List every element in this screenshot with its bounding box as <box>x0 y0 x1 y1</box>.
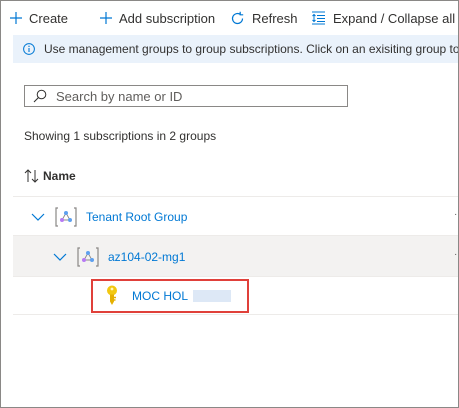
command-bar: Create Add subscription Refresh Expand /… <box>1 1 458 33</box>
expand-collapse-label: Expand / Collapse all <box>333 10 456 26</box>
info-icon <box>23 43 35 55</box>
search-input[interactable] <box>56 88 326 104</box>
tree-item-az104-02-mg1: az104-02-mg1 <box>53 247 185 267</box>
refresh-label: Refresh <box>252 10 298 26</box>
expand-collapse-all-button[interactable]: Expand / Collapse all <box>311 9 455 27</box>
info-banner: Use management groups to group subscript… <box>13 35 459 63</box>
plus-icon <box>100 12 112 24</box>
management-groups-panel: Create Add subscription Refresh Expand /… <box>0 0 459 408</box>
search-icon <box>33 89 47 103</box>
expand-collapse-icon <box>312 11 325 25</box>
sort-icon <box>24 169 39 183</box>
management-group-icon <box>55 207 77 227</box>
plus-icon <box>10 12 22 24</box>
refresh-button[interactable]: Refresh <box>230 9 298 27</box>
add-subscription-label: Add subscription <box>119 10 216 26</box>
management-group-icon <box>77 247 99 267</box>
name-column-label: Name <box>43 169 76 183</box>
refresh-icon <box>231 11 244 24</box>
chevron-down-icon[interactable] <box>53 252 67 262</box>
tree-item-tenant-root-group: Tenant Root Group <box>31 207 187 227</box>
summary-text: Showing 1 subscriptions in 2 groups <box>24 129 217 143</box>
row-divider <box>13 314 458 315</box>
search-box[interactable] <box>24 85 348 107</box>
tenant-root-group-link[interactable]: Tenant Root Group <box>86 210 187 224</box>
create-button[interactable]: Create <box>10 9 68 27</box>
create-label: Create <box>29 10 69 26</box>
row-more-icon[interactable]: · <box>454 249 457 260</box>
add-subscription-button[interactable]: Add subscription <box>100 9 215 27</box>
info-banner-text: Use management groups to group subscript… <box>44 42 459 56</box>
name-column-header[interactable]: Name <box>24 169 76 183</box>
row-more-icon[interactable]: · <box>454 209 457 220</box>
highlight-annotation <box>91 279 249 313</box>
chevron-down-icon[interactable] <box>31 212 45 222</box>
az104-02-mg1-link[interactable]: az104-02-mg1 <box>108 250 185 264</box>
